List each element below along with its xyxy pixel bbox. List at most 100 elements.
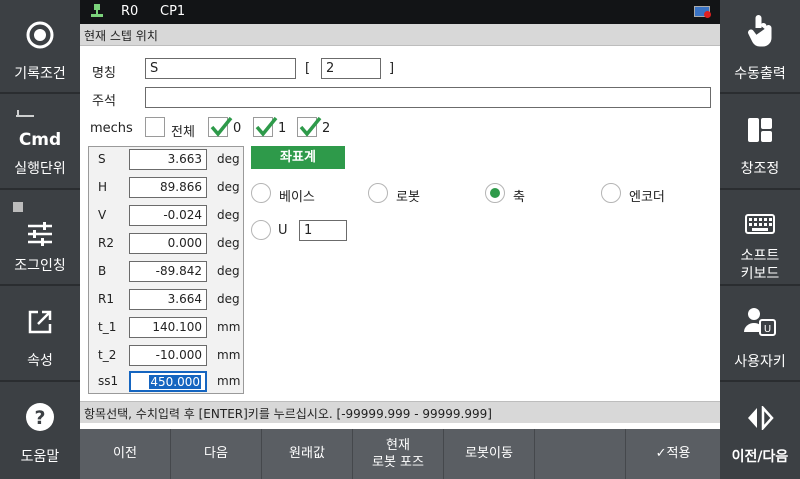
- touch-hand-icon: [720, 14, 800, 52]
- coord-axis-label: 축: [513, 190, 525, 205]
- axis-name: H: [98, 180, 108, 194]
- axis-row: B -89.842 deg: [89, 259, 243, 287]
- mech-0-checkbox[interactable]: [208, 116, 233, 137]
- prev-button[interactable]: 이전: [80, 429, 171, 479]
- alarm-flag-icon: [694, 6, 711, 18]
- axis-unit: deg: [217, 208, 240, 222]
- axis-unit: mm: [217, 320, 241, 334]
- check-icon: ✓: [655, 446, 667, 461]
- robot-status-icon: [90, 4, 104, 22]
- current-robot-pose-button[interactable]: 현재 로봇 포즈: [353, 429, 444, 479]
- axis-value-field[interactable]: 140.100: [129, 317, 207, 338]
- jog-inching-button[interactable]: 조그인칭: [0, 192, 80, 286]
- help-button[interactable]: ? 도움말: [0, 384, 80, 479]
- comment-field[interactable]: [145, 87, 711, 108]
- axis-row: ss1 450.000 mm: [89, 369, 243, 397]
- coord-user-radio[interactable]: [251, 220, 271, 240]
- coord-axis-radio[interactable]: [485, 183, 505, 203]
- axis-row: R2 0.000 deg: [89, 231, 243, 259]
- keyboard-icon: [720, 214, 800, 238]
- bracket-open: [: [305, 61, 311, 76]
- status-topbar: R0 CP1: [80, 0, 720, 24]
- page-title: 현재 스텝 위치: [80, 24, 720, 46]
- name-label: 명칭: [92, 66, 116, 81]
- coord-robot-radio[interactable]: [368, 183, 388, 203]
- coord-base-label: 베이스: [279, 190, 315, 205]
- axis-name: t_1: [98, 320, 117, 334]
- original-value-button[interactable]: 원래값: [262, 429, 353, 479]
- axis-row: V -0.024 deg: [89, 203, 243, 231]
- axis-value-field[interactable]: 3.663: [129, 149, 207, 170]
- check-icon: [255, 116, 278, 137]
- mech-1-checkbox[interactable]: [253, 116, 278, 137]
- mech-1-label: 1: [278, 121, 287, 136]
- mechs-all-checkbox[interactable]: [145, 117, 165, 137]
- record-condition-label: 기록조건: [14, 66, 66, 82]
- axis-name: t_2: [98, 348, 117, 362]
- axis-value-field[interactable]: -89.842: [129, 261, 207, 282]
- user-key-icon: U: [720, 306, 800, 342]
- axis-unit: mm: [217, 374, 241, 388]
- mechs-all-label: 전체: [171, 125, 195, 140]
- manual-output-button[interactable]: 수동출력: [720, 0, 800, 94]
- coord-encoder-radio[interactable]: [601, 183, 621, 203]
- window-layout-icon: [720, 116, 800, 148]
- record-circle-icon: [0, 20, 80, 54]
- soft-keyboard-button[interactable]: 소프트 키보드: [720, 192, 800, 286]
- axis-value-field[interactable]: 0.000: [129, 233, 207, 254]
- next-button[interactable]: 다음: [171, 429, 262, 479]
- apply-label: 적용: [666, 446, 691, 461]
- mech-2-label: 2: [322, 121, 331, 136]
- manual-output-label: 수동출력: [734, 66, 786, 82]
- axis-name: ss1: [98, 374, 119, 388]
- svg-text:U: U: [764, 324, 771, 335]
- coord-encoder-label: 엔코더: [629, 190, 665, 205]
- cmd-small-icon: [0, 108, 80, 121]
- user-key-button[interactable]: U 사용자키: [720, 288, 800, 382]
- user-coord-number-field[interactable]: 1: [299, 220, 347, 241]
- axis-values-table: S 3.663 deg H 89.866 deg V -0.024 deg R2…: [88, 146, 244, 394]
- window-adjust-label: 창조정: [740, 161, 780, 177]
- exec-unit-button[interactable]: Cmd 실행단위: [0, 96, 80, 190]
- axis-value-field[interactable]: -0.024: [129, 205, 207, 226]
- property-button[interactable]: 속성: [0, 288, 80, 382]
- coordinate-system-button[interactable]: 좌표계: [251, 146, 345, 169]
- current-pose-line2: 로봇 포즈: [372, 455, 424, 470]
- axis-value-field[interactable]: 89.866: [129, 177, 207, 198]
- help-label: 도움말: [20, 449, 60, 465]
- axis-unit: deg: [217, 292, 240, 306]
- coord-base-radio[interactable]: [251, 183, 271, 203]
- prev-next-button[interactable]: 이전/다음: [720, 384, 800, 479]
- axis-value-field-selected[interactable]: 450.000: [129, 371, 207, 392]
- right-panel: 수동출력 창조정 소프트 키보드 U 사용자키 이전/다음: [720, 0, 800, 479]
- axis-name: R2: [98, 236, 114, 250]
- axis-value-field[interactable]: 3.664: [129, 289, 207, 310]
- indicator-square: [13, 202, 23, 212]
- apply-button[interactable]: ✓적용: [626, 429, 720, 479]
- check-icon: [299, 116, 322, 137]
- current-pose-line1: 현재: [386, 438, 410, 453]
- axis-row: H 89.866 deg: [89, 175, 243, 203]
- sliders-icon: [0, 222, 80, 250]
- axis-unit: deg: [217, 180, 240, 194]
- axis-value-field[interactable]: -10.000: [129, 345, 207, 366]
- exec-unit-label: 실행단위: [14, 161, 66, 177]
- prev-next-label: 이전/다음: [731, 449, 789, 465]
- soft-keyboard-label1: 소프트: [740, 248, 780, 264]
- record-condition-button[interactable]: 기록조건: [0, 0, 80, 94]
- control-point: CP1: [160, 4, 186, 19]
- robot-move-button[interactable]: 로봇이동: [444, 429, 535, 479]
- coord-user-label: U: [278, 223, 288, 238]
- axis-name: B: [98, 264, 107, 278]
- soft-keyboard-label2: 키보드: [740, 266, 780, 282]
- coord-robot-label: 로봇: [396, 190, 420, 205]
- axis-unit: mm: [217, 348, 241, 362]
- mech-2-checkbox[interactable]: [297, 116, 322, 137]
- main-area: R0 CP1 현재 스텝 위치 명칭 S [ 2 ] 주석 mechs 전체 0…: [80, 0, 720, 479]
- name-field[interactable]: S: [145, 58, 296, 79]
- axis-row: S 3.663 deg: [89, 147, 243, 175]
- axis-unit: deg: [217, 152, 240, 166]
- prev-next-icon: [720, 404, 800, 434]
- step-number-field[interactable]: 2: [321, 58, 381, 79]
- window-adjust-button[interactable]: 창조정: [720, 96, 800, 190]
